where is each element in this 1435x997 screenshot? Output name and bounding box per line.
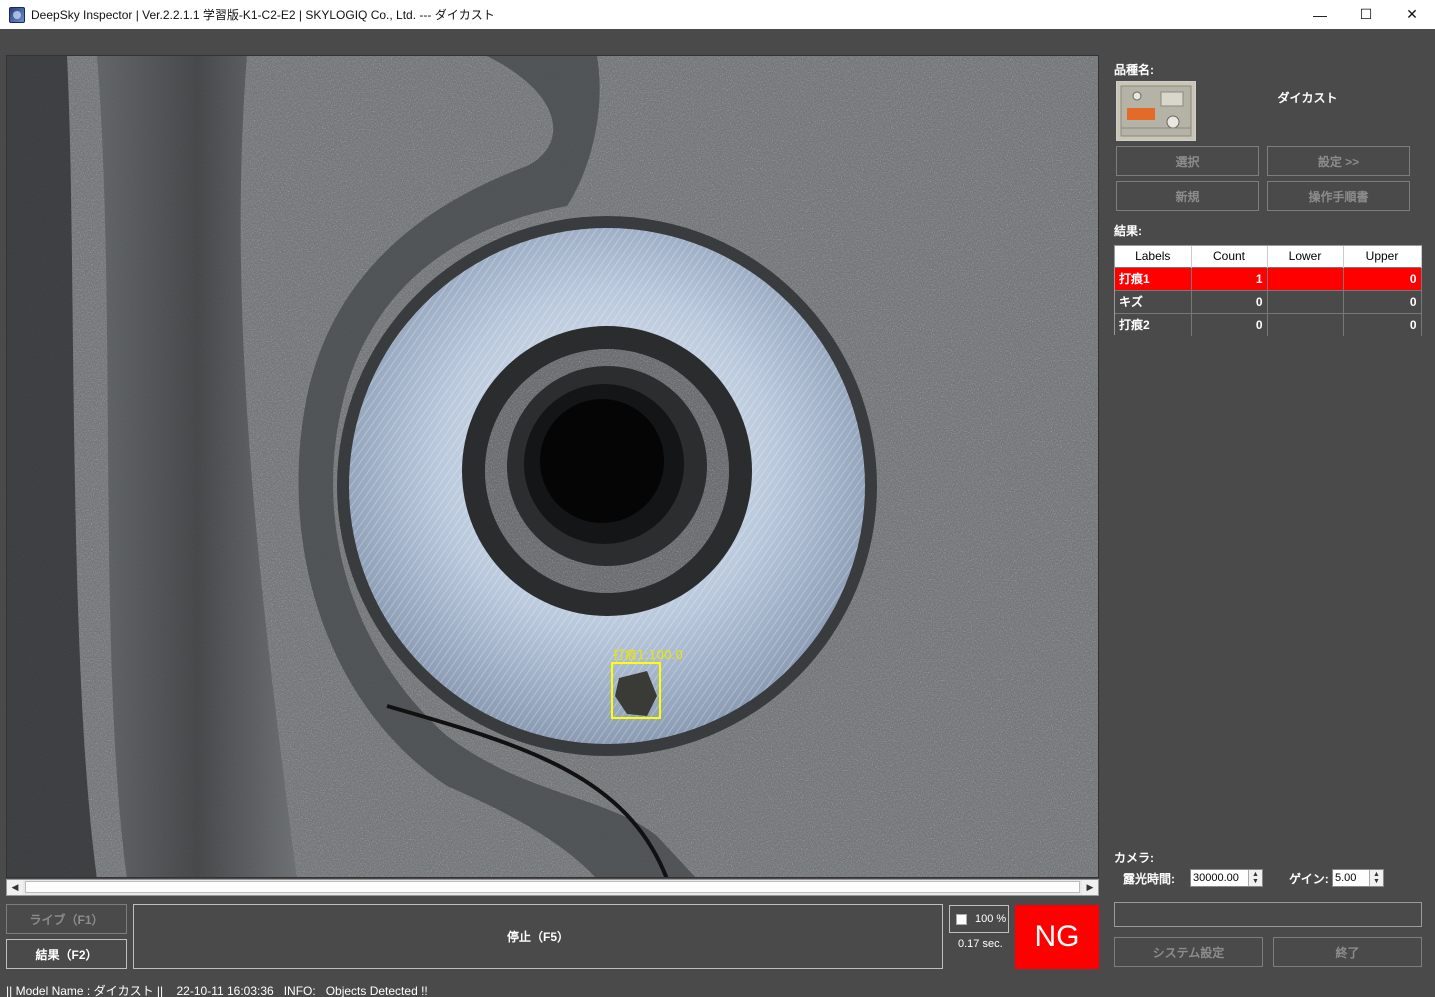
table-row[interactable]: 打痕2 0 0 bbox=[1115, 312, 1422, 336]
exposure-spinner[interactable]: 30000.00 ▲ ▼ bbox=[1190, 869, 1263, 887]
scroll-right-icon[interactable]: ▶ bbox=[1082, 880, 1098, 895]
camera-heading: カメラ: bbox=[1114, 851, 1154, 865]
column-header-upper[interactable]: Upper bbox=[1343, 246, 1422, 267]
status-bar: || Model Name : ダイカスト || 22-10-11 16:03:… bbox=[6, 984, 428, 997]
results-table: Labels Count Lower Upper 打痕1 1 0 キズ 0 0 … bbox=[1114, 245, 1422, 336]
exposure-value[interactable]: 30000.00 bbox=[1193, 872, 1239, 884]
maximize-button[interactable]: ☐ bbox=[1343, 0, 1389, 29]
product-name: ダイカスト bbox=[1277, 91, 1338, 105]
column-header-labels[interactable]: Labels bbox=[1115, 246, 1192, 267]
inspection-image-viewport[interactable]: 打痕1:100.0 bbox=[6, 55, 1099, 878]
row-lower[interactable] bbox=[1267, 289, 1344, 313]
close-button[interactable]: ✕ bbox=[1389, 0, 1435, 29]
result-button[interactable]: 結果（F2） bbox=[6, 939, 127, 969]
app-icon bbox=[9, 6, 25, 23]
zoom-label: 100 % bbox=[975, 913, 1007, 925]
exit-button[interactable]: 終了 bbox=[1273, 937, 1422, 967]
row-lower[interactable] bbox=[1267, 266, 1344, 290]
window-title: DeepSky Inspector | Ver.2.2.1.1 学習版-K1-C… bbox=[31, 8, 495, 22]
settings-button[interactable]: 設定 >> bbox=[1267, 146, 1410, 176]
message-field bbox=[1114, 902, 1422, 927]
manual-button[interactable]: 操作手順書 bbox=[1267, 181, 1410, 211]
title-bar: DeepSky Inspector | Ver.2.2.1.1 学習版-K1-C… bbox=[0, 0, 1435, 29]
spinner-arrows-icon[interactable]: ▲ ▼ bbox=[1369, 870, 1383, 886]
column-header-count[interactable]: Count bbox=[1191, 246, 1268, 267]
row-upper[interactable]: 0 bbox=[1343, 289, 1422, 313]
row-label: 打痕1 bbox=[1115, 266, 1192, 290]
row-upper[interactable]: 0 bbox=[1343, 312, 1422, 336]
select-button[interactable]: 選択 bbox=[1116, 146, 1259, 176]
table-row[interactable]: キズ 0 0 bbox=[1115, 289, 1422, 313]
exposure-label: 露光時間: bbox=[1123, 872, 1175, 886]
gain-value[interactable]: 5.00 bbox=[1335, 872, 1356, 884]
detection-label: 打痕1:100.0 bbox=[613, 647, 683, 662]
row-label: 打痕2 bbox=[1115, 312, 1192, 336]
results-heading: 結果: bbox=[1114, 224, 1142, 238]
zoom-checkbox[interactable] bbox=[956, 913, 967, 925]
minimize-button[interactable]: — bbox=[1297, 0, 1343, 29]
spinner-arrows-icon[interactable]: ▲ ▼ bbox=[1248, 870, 1262, 886]
inspection-image: 打痕1:100.0 bbox=[7, 56, 1098, 877]
elapsed-time: 0.17 sec. bbox=[958, 938, 1003, 950]
image-horizontal-scrollbar[interactable]: ◀ ▶ bbox=[6, 879, 1099, 896]
scroll-left-icon[interactable]: ◀ bbox=[7, 880, 23, 895]
row-label: キズ bbox=[1115, 289, 1192, 313]
zoom-control[interactable]: 100 % bbox=[949, 905, 1009, 933]
new-button[interactable]: 新規 bbox=[1116, 181, 1259, 211]
row-count: 1 bbox=[1191, 266, 1268, 290]
system-settings-button[interactable]: システム設定 bbox=[1114, 937, 1263, 967]
row-lower[interactable] bbox=[1267, 312, 1344, 336]
row-count: 0 bbox=[1191, 312, 1268, 336]
gain-label: ゲイン: bbox=[1289, 872, 1329, 886]
column-header-lower[interactable]: Lower bbox=[1267, 246, 1344, 267]
gain-spinner[interactable]: 5.00 ▲ ▼ bbox=[1332, 869, 1384, 887]
stop-button[interactable]: 停止（F5） bbox=[133, 904, 943, 969]
live-button[interactable]: ライブ（F1） bbox=[6, 904, 127, 934]
product-heading: 品種名: bbox=[1114, 63, 1154, 77]
row-count: 0 bbox=[1191, 289, 1268, 313]
row-upper[interactable]: 0 bbox=[1343, 266, 1422, 290]
table-row[interactable]: 打痕1 1 0 bbox=[1115, 266, 1422, 290]
product-thumbnail bbox=[1116, 81, 1196, 141]
verdict-badge: NG bbox=[1015, 905, 1099, 969]
scroll-thumb[interactable] bbox=[25, 881, 1080, 893]
